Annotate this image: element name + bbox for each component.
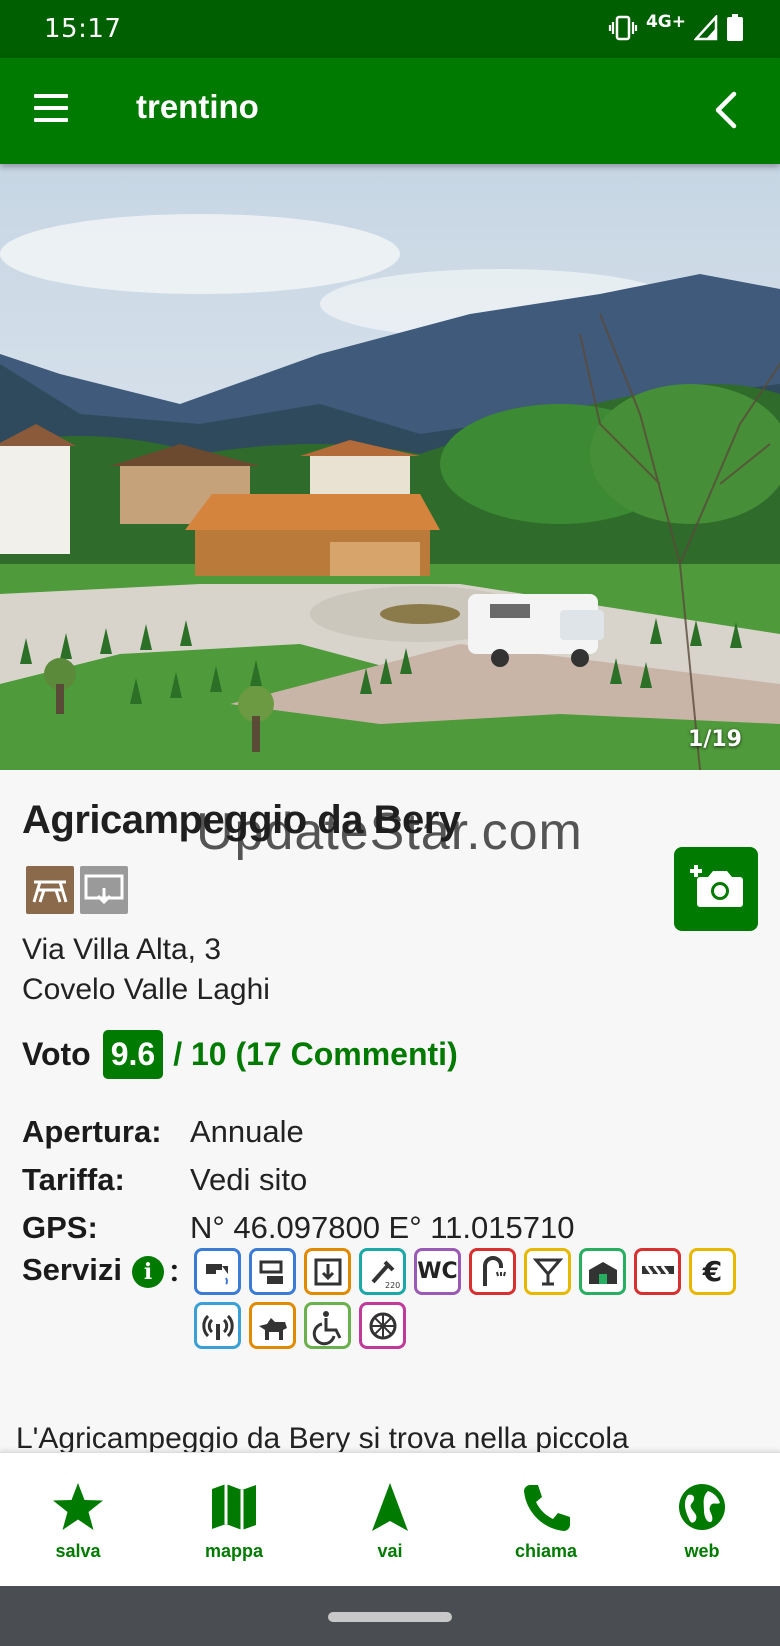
info-row-tariffa: Tariffa: Vedi sito [22, 1156, 574, 1204]
address-line-2: Covelo Valle Laghi [22, 973, 270, 1006]
water-tap-icon[interactable] [194, 1248, 241, 1295]
watermark: UpdateStar.com [196, 803, 583, 861]
shower-icon[interactable] [469, 1248, 516, 1295]
status-icons: 4G+ [608, 12, 744, 42]
electricity-220-icon[interactable]: 220 [359, 1248, 406, 1295]
info-value: Vedi sito [190, 1162, 308, 1197]
info-icon[interactable]: i [132, 1256, 164, 1288]
service-icon-text: € [702, 1255, 723, 1288]
info-row-apertura: Apertura: Annuale [22, 1108, 574, 1156]
info-table: Apertura: Annuale Tariffa: Vedi sito GPS… [22, 1108, 574, 1252]
info-value[interactable]: N° 46.097800 E° 11.015710 [190, 1210, 574, 1246]
bottom-action-bar: salva mappa vai chiama web [0, 1452, 780, 1586]
camper-service-icon [80, 866, 128, 914]
nav-item-vai[interactable]: vai [312, 1453, 468, 1586]
nav-label: vai [377, 1541, 403, 1561]
info-value: Annuale [190, 1114, 304, 1149]
svg-text:220: 220 [385, 1281, 400, 1290]
services-colon: : [170, 1252, 179, 1289]
euro-icon[interactable]: € [689, 1248, 736, 1295]
address-line-1: Via Villa Alta, 3 [22, 933, 222, 966]
nav-item-web[interactable]: web [624, 1453, 780, 1586]
wc-icon[interactable]: WC [414, 1248, 461, 1295]
service-icon-text: WC [417, 1259, 458, 1284]
nav-label: salva [55, 1541, 101, 1561]
star-icon [53, 1483, 103, 1530]
campsite-photo [0, 164, 780, 770]
info-row-gps: GPS: N° 46.097800 E° 11.015710 [22, 1204, 574, 1252]
app-bar: trentino [0, 58, 780, 164]
photo-gallery[interactable]: 1/19 [0, 164, 780, 770]
vibrate-icon [608, 15, 638, 41]
info-label: Apertura: [22, 1114, 162, 1149]
picnic-table-icon [26, 866, 74, 914]
wheelchair-icon[interactable] [304, 1302, 351, 1349]
system-navigation-bar [0, 1586, 780, 1646]
add-photo-icon [690, 865, 743, 907]
description-text: L'Agricampeggio da Bery si trova nella p… [16, 1422, 629, 1452]
nav-label: mappa [204, 1541, 264, 1561]
map-icon [212, 1484, 256, 1530]
back-arrow-icon[interactable] [706, 88, 750, 132]
nav-label: web [684, 1541, 720, 1561]
add-photo-button[interactable] [674, 847, 758, 931]
rating-score: 9.6 [102, 1029, 164, 1079]
hamburger-menu-icon[interactable] [34, 94, 70, 124]
rating-comments-link[interactable]: / 10 (17 Commenti) [173, 1036, 458, 1073]
app-bar-title: trentino [136, 88, 259, 125]
barrier-icon[interactable] [634, 1248, 681, 1295]
shop-icon[interactable] [579, 1248, 626, 1295]
rating-label: Voto [22, 1035, 91, 1072]
info-label: GPS: [22, 1210, 98, 1245]
nav-item-mappa[interactable]: mappa [156, 1453, 312, 1586]
drink-bar-icon[interactable] [524, 1248, 571, 1295]
phone-icon [524, 1485, 570, 1531]
nav-label: chiama [514, 1541, 578, 1561]
dog-icon[interactable] [249, 1302, 296, 1349]
waste-disposal-icon[interactable] [304, 1248, 351, 1295]
network-type: 4G+ [645, 12, 686, 32]
place-type-icons [26, 866, 128, 914]
battery-icon [727, 14, 743, 41]
info-label: Tariffa: [22, 1162, 125, 1197]
rating[interactable]: Voto 9.6 / 10 (17 Commenti) [22, 1026, 458, 1082]
status-bar: 15:17 4G+ [0, 0, 780, 58]
place-details: Agricampeggio da Bery UpdateStar.com Via… [0, 770, 780, 1452]
globe-icon [679, 1484, 725, 1530]
nav-item-chiama[interactable]: chiama [468, 1453, 624, 1586]
services-label: Servizi [22, 1252, 122, 1287]
nav-item-salva[interactable]: salva [0, 1453, 156, 1586]
navigation-icon [372, 1483, 408, 1531]
wifi-icon[interactable] [194, 1302, 241, 1349]
drain-icon[interactable] [249, 1248, 296, 1295]
signal-icon [694, 15, 718, 41]
status-time: 15:17 [44, 14, 122, 44]
photo-counter: 1/19 [688, 727, 742, 752]
playground-icon[interactable] [359, 1302, 406, 1349]
place-address: Via Villa Alta, 3 Covelo Valle Laghi [22, 930, 270, 1010]
home-gesture-handle[interactable] [328, 1612, 452, 1622]
services-section: Servizi i : 220 WC € [22, 1248, 762, 1368]
services-icon-grid: 220 WC € [194, 1248, 764, 1349]
